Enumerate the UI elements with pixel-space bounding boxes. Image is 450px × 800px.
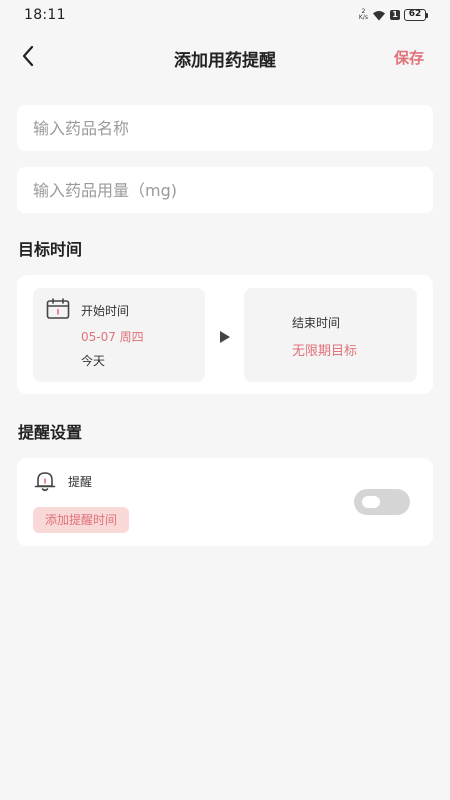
battery-icon: 62 xyxy=(404,9,428,21)
end-time-label: 结束时间 xyxy=(292,316,341,330)
start-date-value: 05-07 周四 xyxy=(81,330,144,344)
status-time: 18:11 xyxy=(24,7,66,23)
start-time-label: 开始时间 xyxy=(81,304,130,318)
page-title: 添加用药提醒 xyxy=(174,51,276,71)
status-icons: 2 K/s 1 62 xyxy=(359,6,428,25)
reminder-toggle[interactable] xyxy=(354,489,410,515)
battery-level: 62 xyxy=(404,9,426,21)
medicine-name-input[interactable] xyxy=(17,105,433,151)
net-speed-unit: K/s xyxy=(358,14,368,21)
target-time-card: 开始时间 05-07 周四 今天 结束时间 无限期目标 xyxy=(17,275,433,394)
arrow-right-icon xyxy=(220,328,230,347)
sim-icon: 1 xyxy=(390,10,400,20)
save-button[interactable]: 保存 xyxy=(394,47,424,68)
target-time-section-title: 目标时间 xyxy=(18,240,83,259)
end-time-value: 无限期目标 xyxy=(292,344,358,359)
start-time-picker[interactable]: 开始时间 05-07 周四 今天 xyxy=(33,288,205,382)
reminder-label: 提醒 xyxy=(68,475,93,489)
add-reminder-time-button[interactable]: 添加提醒时间 xyxy=(33,507,130,533)
nav-bar: 添加用药提醒 保存 xyxy=(0,36,450,80)
medicine-name-field-card xyxy=(17,105,433,151)
battery-tip xyxy=(426,12,428,18)
calendar-icon xyxy=(46,298,70,324)
reminder-section-title: 提醒设置 xyxy=(18,423,83,442)
network-speed-indicator: 2 K/s xyxy=(359,9,368,21)
wifi-icon xyxy=(372,6,386,25)
start-day-label: 今天 xyxy=(81,354,106,368)
reminder-card: 提醒 添加提醒时间 xyxy=(17,458,433,546)
medicine-dose-input[interactable] xyxy=(17,167,433,213)
toggle-knob xyxy=(362,496,380,508)
end-time-picker[interactable]: 结束时间 无限期目标 xyxy=(244,288,417,382)
status-bar: 18:11 2 K/s 1 62 xyxy=(0,0,450,30)
bell-icon xyxy=(33,469,57,497)
medicine-dose-field-card xyxy=(17,167,433,213)
